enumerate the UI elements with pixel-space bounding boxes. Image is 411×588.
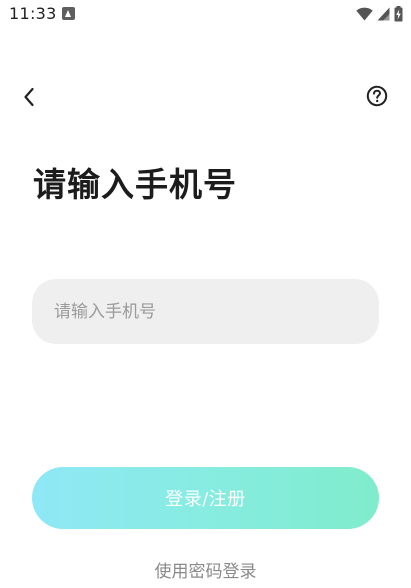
phone-input[interactable] bbox=[54, 279, 364, 344]
page-title: 请输入手机号 bbox=[33, 165, 237, 204]
help-circle-icon bbox=[366, 85, 388, 107]
help-button[interactable] bbox=[365, 84, 389, 108]
a-app-icon bbox=[62, 7, 75, 20]
login-register-label: 登录/注册 bbox=[165, 489, 246, 510]
status-bar: 11:33 bbox=[0, 0, 411, 28]
chevron-left-icon bbox=[24, 87, 34, 107]
status-time: 11:33 bbox=[9, 4, 57, 23]
battery-charging-icon bbox=[394, 6, 403, 22]
login-register-button[interactable]: 登录/注册 bbox=[32, 467, 379, 529]
wifi-icon bbox=[356, 7, 373, 21]
back-button[interactable] bbox=[16, 84, 42, 110]
signal-icon bbox=[377, 7, 390, 21]
status-icons bbox=[356, 5, 403, 23]
password-login-link[interactable]: 使用密码登录 bbox=[0, 557, 411, 582]
phone-field[interactable] bbox=[32, 279, 379, 344]
